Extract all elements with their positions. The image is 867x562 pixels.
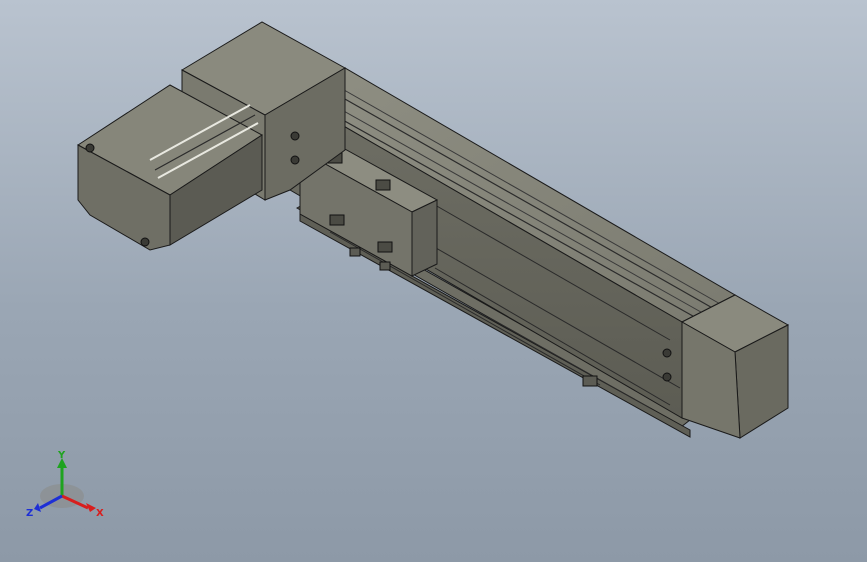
x-axis-label: X: [96, 508, 104, 519]
y-axis-label: Y: [57, 450, 66, 461]
graphics-viewport[interactable]: Y X Z: [0, 0, 867, 562]
linear-actuator-model[interactable]: [0, 0, 867, 562]
coordinate-triad[interactable]: Y X Z: [22, 448, 112, 528]
z-axis-label: Z: [26, 508, 33, 519]
